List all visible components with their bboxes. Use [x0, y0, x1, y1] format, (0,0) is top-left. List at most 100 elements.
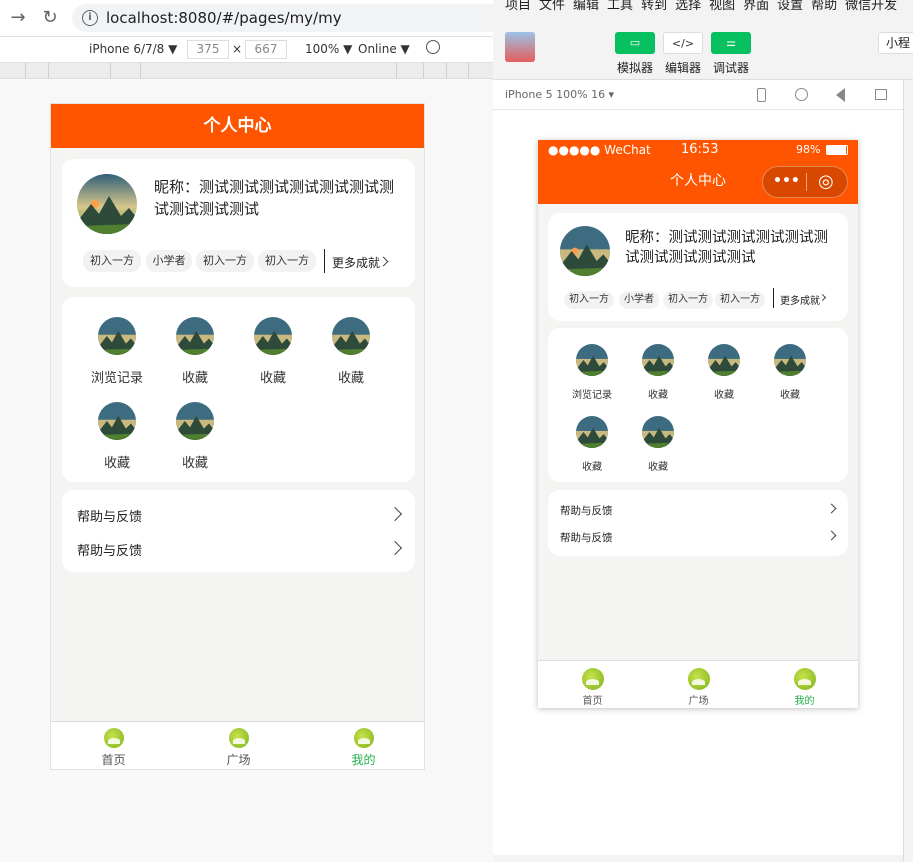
grid-item-favorite[interactable]: 收藏	[562, 416, 622, 473]
grid-item-favorite[interactable]: 收藏	[628, 416, 688, 473]
grid-item-favorite[interactable]: 收藏	[694, 344, 754, 401]
clock: 16:53	[681, 142, 719, 157]
capsule-divider	[806, 173, 807, 191]
menu-item[interactable]: 项目	[505, 0, 531, 13]
editor-button[interactable]: </>	[663, 32, 703, 54]
nickname: 昵称：测试测试测试测试测试测试测试测试测试测试	[625, 230, 828, 266]
grid-label: 收藏	[181, 456, 208, 471]
menu-item[interactable]: 界面	[743, 0, 769, 13]
grid-label: 收藏	[103, 456, 130, 471]
help-feedback-row[interactable]: 帮助与反馈	[560, 503, 613, 518]
menu-item[interactable]: 文件	[539, 0, 565, 13]
more-achievements-link[interactable]: 更多成就	[780, 292, 820, 307]
grid-label: 收藏	[259, 371, 286, 386]
tab-square[interactable]: 广场	[666, 668, 731, 707]
tag-2: 初入一方	[196, 250, 254, 272]
grid-item-favorite[interactable]: 收藏	[760, 344, 820, 401]
grid-label: 收藏	[780, 390, 800, 401]
grid-item-favorite[interactable]: 收藏	[162, 402, 228, 471]
info-icon[interactable]: i	[82, 10, 98, 26]
landscape-icon	[332, 317, 370, 355]
avatar[interactable]	[505, 32, 535, 62]
simulator-info[interactable]: iPhone 5 100% 16 ▾	[505, 88, 614, 101]
grid-item-favorite[interactable]: 收藏	[628, 344, 688, 401]
tab-mine[interactable]: 我的	[331, 728, 396, 768]
miniapp-button[interactable]: 小程	[878, 32, 913, 54]
height-input[interactable]: 667	[245, 40, 287, 59]
forward-arrow-icon[interactable]: →	[6, 6, 30, 30]
close-icon[interactable]: ◎	[818, 171, 834, 192]
tag-3: 初入一方	[715, 291, 765, 309]
network-select[interactable]: Online ▼	[358, 42, 410, 56]
debugger-label: 调试器	[713, 61, 750, 75]
device-toolbar: iPhone 6/7/8 ▼ 375 × 667 100% ▼ Online ▼	[0, 36, 493, 63]
landscape-icon	[708, 344, 740, 376]
tab-square-icon	[228, 728, 249, 748]
page-title: 个人中心	[51, 104, 424, 148]
more-icon[interactable]: •••	[773, 173, 800, 189]
tag-1: 小学者	[619, 291, 659, 309]
phone-viewport: 个人中心 昵称：测试测试测试测试测试测试测试测试测试测试 初入一方 小学者 初入…	[50, 103, 425, 770]
tab-home[interactable]: 首页	[560, 668, 625, 707]
zoom-select[interactable]: 100% ▼	[305, 42, 352, 56]
help-feedback-row[interactable]: 帮助与反馈	[560, 530, 613, 545]
tab-bar: 首页 广场 我的	[51, 721, 424, 769]
landscape-avatar-icon[interactable]	[560, 226, 610, 276]
tab-mine[interactable]: 我的	[772, 668, 837, 707]
help-feedback-row[interactable]: 帮助与反馈	[77, 540, 142, 559]
window-icon[interactable]	[875, 89, 887, 100]
menu-item[interactable]: 视图	[709, 0, 735, 13]
tab-home-icon	[103, 728, 124, 748]
grid-item-favorite[interactable]: 收藏	[240, 317, 306, 386]
more-achievements-link[interactable]: 更多成就	[332, 254, 380, 271]
menu-item[interactable]: 转到	[641, 0, 667, 13]
tab-label: 我的	[794, 696, 815, 707]
volume-icon[interactable]	[836, 88, 845, 102]
help-feedback-row[interactable]: 帮助与反馈	[77, 506, 142, 525]
more-achievements-label: 更多成就	[332, 256, 381, 270]
rotate-icon[interactable]	[426, 40, 440, 54]
menu-item[interactable]: 微信开发	[845, 0, 897, 13]
chevron-right-icon	[826, 530, 837, 541]
divider	[324, 249, 325, 273]
landscape-avatar-icon[interactable]	[77, 174, 137, 234]
grid-item-favorite[interactable]: 收藏	[162, 317, 228, 386]
menu-item[interactable]: 帮助	[811, 0, 837, 13]
toolbar: ▭ 模拟器 </> 编辑器 ⚌ 调试器 小程	[493, 14, 913, 80]
tab-square[interactable]: 广场	[206, 728, 271, 768]
tag-3: 初入一方	[258, 250, 316, 272]
menu-item[interactable]: 设置	[777, 0, 803, 13]
grid-label: 收藏	[714, 390, 734, 401]
menu-item[interactable]: 编辑	[573, 0, 599, 13]
dim-separator: ×	[232, 42, 243, 56]
grid-item-history[interactable]: 浏览记录	[562, 344, 622, 401]
width-input[interactable]: 375	[187, 40, 229, 59]
menu-list-card: 帮助与反馈 帮助与反馈	[62, 490, 415, 572]
ruler	[0, 63, 493, 79]
capsule-menu: ••• ◎	[762, 166, 848, 198]
editor-label: 编辑器	[665, 61, 702, 75]
sim-tab-bar: 首页 广场 我的	[538, 660, 858, 708]
menu-item[interactable]: 选择	[675, 0, 701, 13]
reload-icon[interactable]: ↻	[38, 6, 62, 30]
address-row: → ↻ i localhost:8080/#/pages/my/my	[0, 0, 493, 36]
tab-home[interactable]: 首页	[81, 728, 146, 768]
device-icon[interactable]	[757, 88, 766, 102]
battery-text: 98%	[796, 143, 821, 156]
debugger-button[interactable]: ⚌	[711, 32, 751, 54]
grid-item-favorite[interactable]: 收藏	[318, 317, 384, 386]
simulator-button[interactable]: ▭	[615, 32, 655, 54]
tab-label: 我的	[351, 753, 376, 767]
device-select[interactable]: iPhone 6/7/8 ▼	[89, 42, 177, 56]
record-icon[interactable]	[795, 88, 808, 101]
battery-icon	[826, 145, 848, 155]
url-bar[interactable]: i localhost:8080/#/pages/my/my	[72, 4, 493, 32]
grid-item-favorite[interactable]: 收藏	[84, 402, 150, 471]
tab-mine-icon	[353, 728, 374, 748]
grid-item-history[interactable]: 浏览记录	[84, 317, 150, 386]
simulator-bar: iPhone 5 100% 16 ▾	[493, 80, 903, 110]
menu-item[interactable]: 工具	[607, 0, 633, 13]
tab-label: 首页	[582, 696, 603, 707]
landscape-icon	[774, 344, 806, 376]
landscape-icon	[98, 317, 136, 355]
